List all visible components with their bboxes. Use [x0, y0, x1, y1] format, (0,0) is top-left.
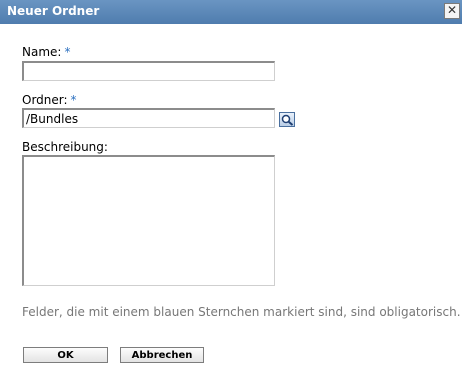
required-hint: Felder, die mit einem blauen Sternchen m… [22, 305, 461, 319]
name-required-marker: * [64, 45, 71, 59]
folder-label: Ordner: [22, 93, 68, 107]
cancel-button[interactable]: Abbrechen [120, 347, 204, 363]
folder-required-marker: * [70, 93, 77, 107]
name-label-group: Name: * [22, 45, 70, 59]
close-icon[interactable]: ✕ [444, 3, 460, 19]
dialog-titlebar: Neuer Ordner ✕ [0, 0, 462, 24]
folder-browse-button[interactable] [279, 112, 295, 127]
description-label: Beschreibung: [22, 140, 108, 154]
ok-button[interactable]: OK [23, 347, 108, 363]
description-field[interactable] [22, 155, 275, 286]
folder-field[interactable] [22, 108, 275, 128]
new-folder-dialog: Neuer Ordner ✕ Name:* Ordner:* Beschreib… [0, 0, 462, 387]
magnifier-icon [281, 114, 294, 126]
dialog-title: Neuer Ordner [7, 4, 100, 18]
name-field[interactable] [22, 61, 275, 81]
folder-label-group: Ordner: * [22, 93, 77, 107]
name-label: Name: [22, 45, 62, 59]
